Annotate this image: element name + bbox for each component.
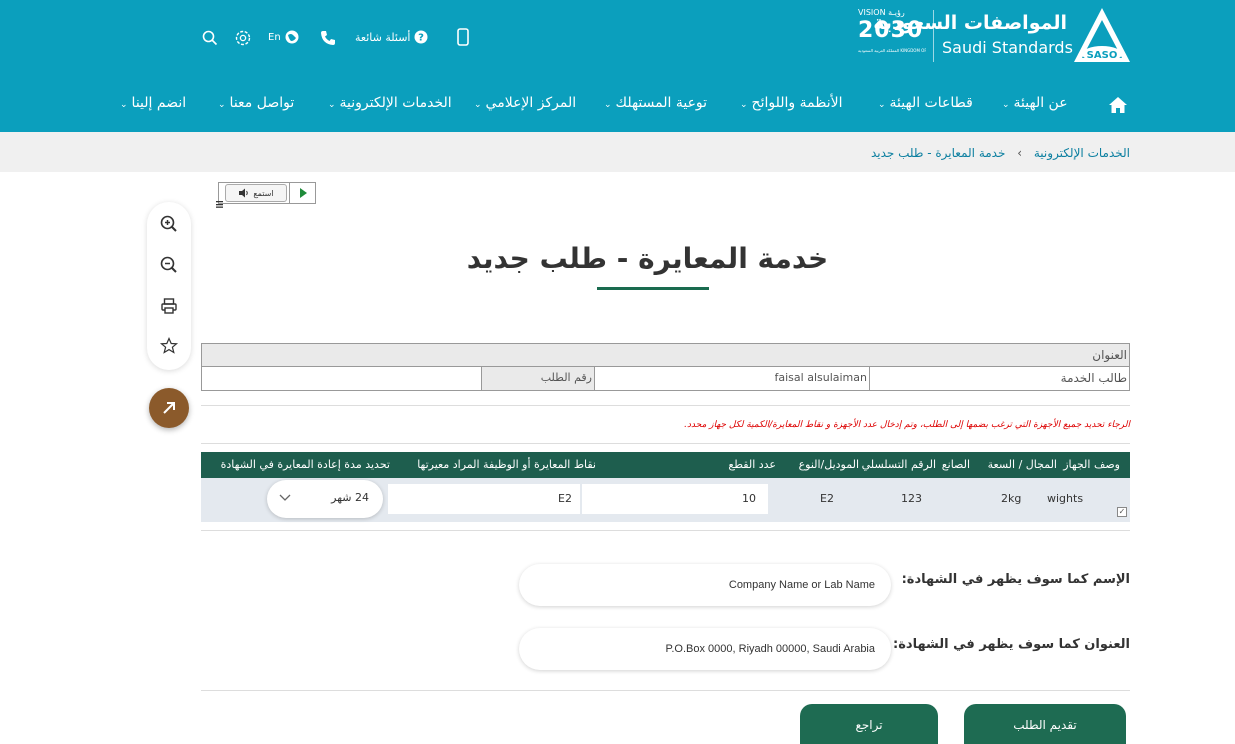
divider [201,690,1130,691]
address-label: العنوان [1092,348,1127,362]
divider [201,443,1130,444]
saso-logo[interactable]: SASO [1072,6,1132,66]
home-icon[interactable] [1108,96,1128,117]
header-divider [933,10,934,62]
quantity-input[interactable]: 10 [582,484,768,514]
info-row-address: العنوان [201,343,1130,367]
requester-value: faisal alsulaiman [774,371,867,384]
table-row: wights 2kg 123 E2 10 E2 24 شهر ✓ [201,478,1130,522]
question-icon: ? [414,30,428,44]
phone-icon[interactable] [320,30,336,49]
divider [201,530,1130,531]
nav-item-media[interactable]: ⌄ المركز الإعلامي [474,95,576,111]
requester-label: طالب الخدمة [1060,371,1127,385]
vision-2030-logo: VISION رؤيـة 2030 المملكة العربية السعود… [858,8,926,53]
listen-widget[interactable]: استمع [218,182,316,204]
cell-desc: wights [1047,492,1084,505]
col-range: المجال / السعة [987,458,1057,471]
nav-item-contact[interactable]: ⌄ تواصل معنا [218,95,294,111]
col-serial: الرقم التسلسلي [861,458,936,471]
nav-item-eservices[interactable]: ⌄ الخدمات الإلكترونية [328,95,452,111]
chevron-left-icon: › [1017,146,1023,160]
brand-name-ar: المواصفات السعودية [873,12,1067,34]
chevron-down-icon: ⌄ [120,100,128,110]
chevron-down-icon: ⌄ [878,100,886,110]
print-icon[interactable] [159,296,179,316]
nav-item-consumer[interactable]: ⌄ توعية المستهلك [604,95,707,111]
title-underline [597,287,709,290]
name-on-certificate-label: الإسم كما سوف يظهر في الشهادة: [901,572,1130,587]
chevron-down-icon: ⌄ [740,100,748,110]
col-qty: عدد القطع [728,458,776,471]
speaker-icon [239,188,249,198]
page-title: خدمة المعايرة - طلب جديد [466,242,829,275]
zoom-in-icon[interactable] [159,214,179,234]
col-model: الموديل/النوع [798,458,859,471]
breadcrumb-parent[interactable]: الخدمات الإلكترونية [1034,146,1130,160]
side-toolbar [147,202,191,370]
cell-range: 2kg [1001,492,1022,505]
search-icon[interactable] [202,30,218,49]
chevron-down-icon: ⌄ [328,100,336,110]
faq-link[interactable]: ? أسئلة شائعة [355,30,428,44]
address-on-certificate-input[interactable] [519,628,891,670]
col-points: نقاط المعايرة أو الوظيفة المراد معيرتها [417,458,596,471]
chevron-down-icon [279,494,291,501]
warning-text: الرجاء تحديد جميع الأجهزة التي ترغب بضمه… [684,420,1130,430]
submit-button[interactable]: تقديم الطلب [964,704,1126,744]
listen-button[interactable]: استمع [225,184,287,202]
cell-model: E2 [820,492,834,505]
col-desc: وصف الجهاز [1063,458,1120,471]
cell-serial: 123 [901,492,922,505]
chevron-down-icon: ⌄ [1002,100,1010,110]
svg-text:?: ? [419,33,425,44]
arrow-up-right-icon [163,402,175,414]
breadcrumb: الخدمات الإلكترونية › خدمة المعايرة - طل… [871,146,1130,160]
faq-label: أسئلة شائعة [355,30,411,44]
period-value: 24 شهر [331,491,369,504]
chevron-down-icon: ⌄ [604,100,612,110]
calibration-points-input[interactable]: E2 [388,484,580,514]
language-label: En [268,31,281,43]
col-period: تحديد مدة إعادة المعايرة في الشهادة [220,458,390,471]
back-button[interactable]: تراجع [800,704,938,744]
nav-item-sectors[interactable]: ⌄ قطاعات الهيئة [878,95,973,111]
nav-item-regulations[interactable]: ⌄ الأنظمة واللوائح [740,95,842,111]
logo-text: SASO [1087,50,1118,61]
info-row-requester: طالب الخدمة faisal alsulaiman رقم الطلب [201,367,1130,391]
chevron-down-icon: ⌄ [218,100,226,110]
brand-name-en: Saudi Standards [942,38,1073,57]
breadcrumb-current: خدمة المعايرة - طلب جديد [870,146,1006,160]
mobile-icon[interactable] [457,28,469,49]
language-switch[interactable]: En [268,30,299,44]
menu-icon[interactable] [216,197,226,211]
nav-item-join[interactable]: ⌄ انضم إلينا [120,95,186,111]
col-maker: الصانع [941,458,970,471]
listen-label: استمع [253,188,274,198]
share-button[interactable] [149,388,189,428]
device-checkbox[interactable]: ✓ [1117,507,1127,517]
chevron-down-icon: ⌄ [474,100,482,110]
address-on-certificate-label: العنوان كما سوف يظهر في الشهادة: [893,637,1130,652]
devices-table-header: وصف الجهاز المجال / السعة الصانع الرقم ا… [201,452,1130,478]
globe-icon [285,30,299,44]
play-icon[interactable] [289,183,315,203]
name-on-certificate-input[interactable] [519,564,891,606]
period-select[interactable]: 24 شهر [267,480,383,518]
gear-icon[interactable] [234,29,252,50]
divider [201,405,1130,406]
star-icon[interactable] [159,336,179,356]
nav-item-about[interactable]: ⌄ عن الهيئة [1002,95,1068,111]
request-number-label: رقم الطلب [540,371,592,384]
